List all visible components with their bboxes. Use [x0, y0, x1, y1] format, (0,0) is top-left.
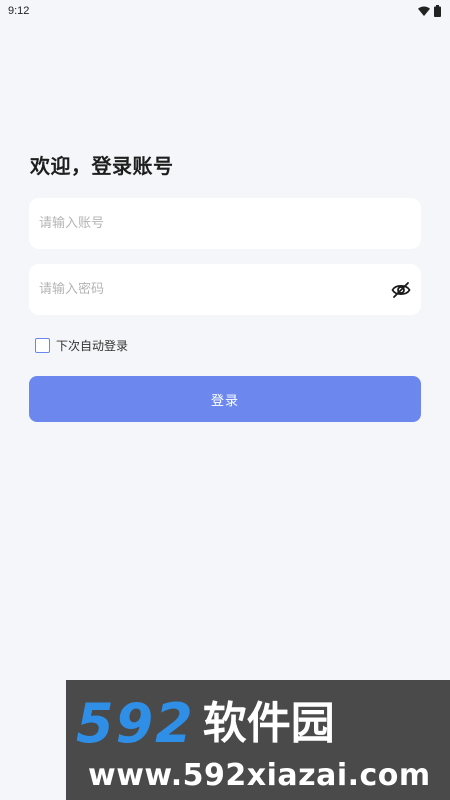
- wifi-icon: [418, 6, 430, 16]
- status-icons: [418, 5, 441, 17]
- login-screen: 9:12 欢迎，登录账号 请输入账号 下次自动登录 登录 592 软件园 www…: [0, 0, 450, 800]
- watermark-name: 软件园: [202, 698, 335, 749]
- status-time: 9:12: [8, 5, 30, 17]
- eye-off-icon[interactable]: [389, 278, 413, 302]
- account-field[interactable]: [29, 198, 421, 249]
- remember-login-option[interactable]: 下次自动登录: [35, 337, 128, 354]
- password-field[interactable]: [29, 264, 421, 315]
- site-watermark: 592 软件园 www.592xiazai.com: [66, 680, 450, 800]
- battery-icon: [434, 5, 441, 17]
- remember-checkbox[interactable]: [35, 338, 50, 353]
- page-title: 欢迎，登录账号: [30, 154, 174, 178]
- password-input[interactable]: [39, 282, 389, 297]
- login-button[interactable]: 登录: [29, 376, 421, 422]
- account-input[interactable]: [39, 216, 411, 231]
- watermark-logo: 592 软件园: [76, 694, 335, 754]
- watermark-url: www.592xiazai.com: [88, 758, 431, 793]
- watermark-number: 592: [76, 692, 195, 755]
- remember-label: 下次自动登录: [56, 339, 129, 353]
- status-bar: 9:12: [0, 0, 450, 22]
